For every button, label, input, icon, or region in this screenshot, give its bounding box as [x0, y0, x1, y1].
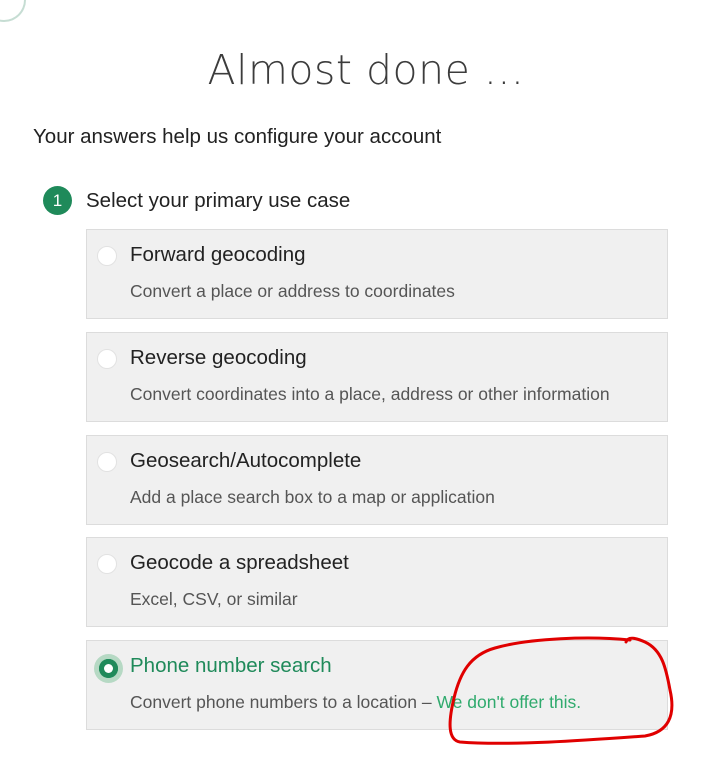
- option-title: Forward geocoding: [130, 243, 306, 266]
- option-title: Geocode a spreadsheet: [130, 551, 349, 574]
- option-phone-number-search[interactable]: Phone number search Convert phone number…: [86, 640, 668, 730]
- corner-decoration: [0, 0, 26, 22]
- option-geosearch-autocomplete[interactable]: Geosearch/Autocomplete Add a place searc…: [86, 435, 668, 525]
- annotation-note: We don't offer this.: [436, 692, 582, 712]
- page-title: Almost done ...: [207, 46, 525, 94]
- radio-geocode-spreadsheet[interactable]: [97, 554, 117, 574]
- radio-geosearch-autocomplete[interactable]: [97, 452, 117, 472]
- option-description: Convert phone numbers to a location – We…: [130, 692, 581, 713]
- option-title: Phone number search: [130, 654, 332, 677]
- radio-reverse-geocoding[interactable]: [97, 349, 117, 369]
- step-heading: 1 Select your primary use case: [43, 186, 350, 215]
- radio-forward-geocoding[interactable]: [97, 246, 117, 266]
- option-geocode-spreadsheet[interactable]: Geocode a spreadsheet Excel, CSV, or sim…: [86, 537, 668, 627]
- option-forward-geocoding[interactable]: Forward geocoding Convert a place or add…: [86, 229, 668, 319]
- page-subtitle: Your answers help us configure your acco…: [33, 125, 442, 148]
- option-title: Geosearch/Autocomplete: [130, 449, 362, 472]
- option-description: Convert a place or address to coordinate…: [130, 281, 455, 301]
- option-description: Convert coordinates into a place, addres…: [130, 384, 610, 404]
- option-description: Excel, CSV, or similar: [130, 589, 298, 609]
- radio-phone-number-search[interactable]: [94, 654, 123, 683]
- setup-page: Almost done ... Your answers help us con…: [0, 0, 722, 766]
- option-reverse-geocoding[interactable]: Reverse geocoding Convert coordinates in…: [86, 332, 668, 422]
- option-description-text: Convert phone numbers to a location –: [130, 692, 432, 712]
- step-label: Select your primary use case: [86, 188, 351, 212]
- step-number-badge: 1: [43, 186, 72, 215]
- option-title: Reverse geocoding: [130, 346, 307, 369]
- option-description: Add a place search box to a map or appli…: [130, 487, 495, 507]
